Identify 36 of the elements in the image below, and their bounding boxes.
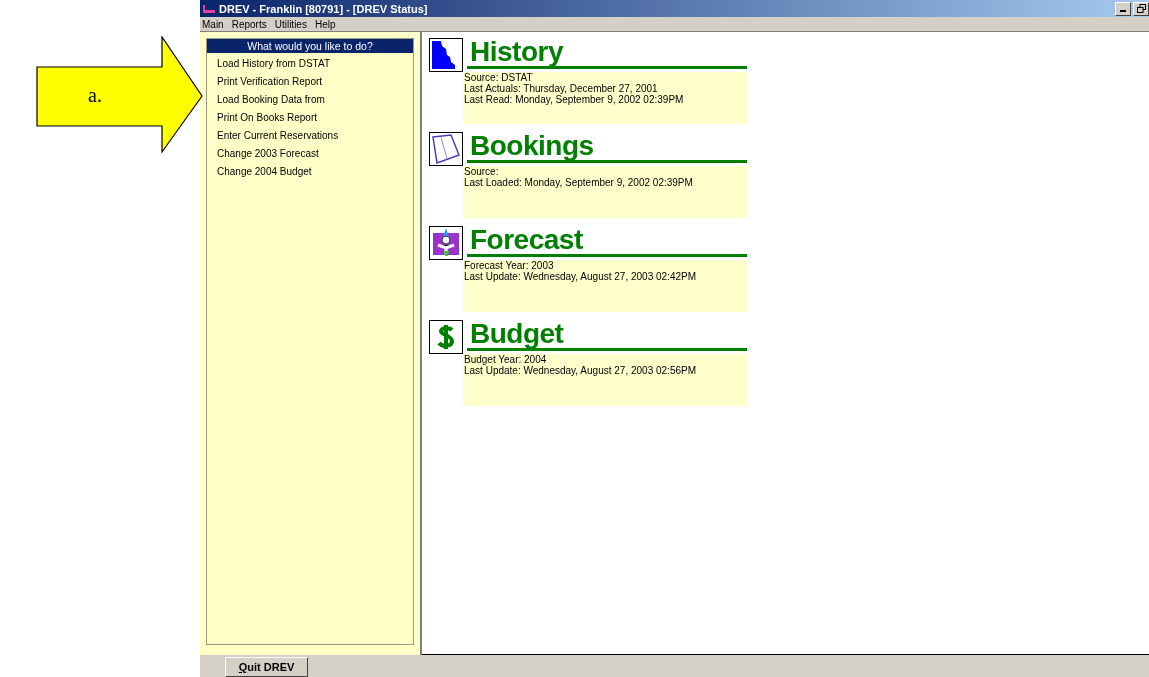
minimize-button[interactable]: [1115, 1, 1131, 16]
menu-item[interactable]: Utilities: [274, 18, 307, 30]
task-link[interactable]: Print Verification Report: [217, 73, 323, 91]
sidebar-header: What would you like to do?: [207, 39, 413, 53]
detail-text: Source: DSTAT: [464, 72, 534, 83]
annotation-label: a.: [88, 84, 102, 107]
detail-text: Last Update: Wednesday, August 27, 2003 02:56PM: [464, 365, 697, 376]
app-icon: [202, 3, 216, 14]
section-title: Bookings: [469, 132, 595, 160]
task-link[interactable]: Load History from DSTAT: [217, 55, 330, 73]
restore-button[interactable]: [1133, 1, 1149, 16]
book-icon: [429, 132, 463, 166]
window-title: DREV - Franklin [80791] - [DREV Status]: [219, 2, 429, 15]
task-link[interactable]: Print On Books Report: [217, 109, 318, 127]
task-link[interactable]: Change 2004 Budget: [217, 163, 312, 181]
map-icon: [429, 38, 463, 72]
detail-text: Forecast Year: 2003: [464, 260, 555, 271]
section-title: Budget: [469, 320, 565, 348]
task-link[interactable]: Enter Current Reservations: [217, 127, 339, 145]
detail-text: Budget Year: 2004: [464, 354, 547, 365]
section-title: History: [469, 38, 565, 66]
menu-item[interactable]: Main: [202, 18, 224, 30]
detail-text: Last Actuals: Thursday, December 27, 2001: [464, 83, 658, 94]
detail-text: Last Read: Monday, September 9, 2002 02:39PM: [464, 94, 685, 105]
detail-text: Source:: [464, 166, 500, 177]
restore-icon: [1136, 4, 1146, 13]
detail-text: Last Loaded: Monday, September 9, 2002 02:39PM: [464, 177, 694, 188]
menu-item[interactable]: Help: [314, 18, 336, 30]
dollar-icon: [429, 320, 463, 354]
detail-text: Last Update: Wednesday, August 27, 2003 02:42PM: [464, 271, 697, 282]
task-link[interactable]: Load Booking Data from: [217, 91, 325, 109]
quit-button[interactable]: Quit DREV: [225, 657, 308, 677]
task-link[interactable]: Change 2003 Forecast: [217, 145, 319, 163]
section-title: Forecast: [469, 226, 584, 254]
menu-item[interactable]: Reports: [231, 18, 267, 30]
minimize-icon: [1120, 10, 1126, 12]
